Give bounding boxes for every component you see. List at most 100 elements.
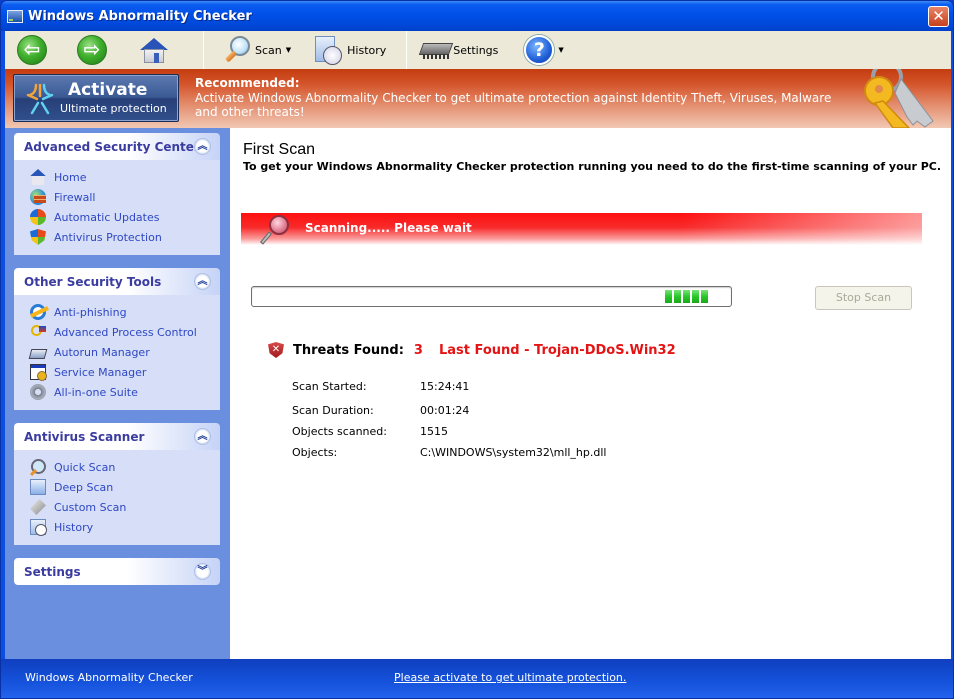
stop-scan-button[interactable]: Stop Scan [815,286,912,310]
collapse-chevron-icon[interactable]: ︽ [194,273,211,290]
panel-body: Quick Scan Deep Scan Custom Scan History [14,450,220,545]
chip-settings-icon [419,39,454,61]
sidebar-item-custom-scan[interactable]: Custom Scan [14,497,220,517]
last-found-threat: Last Found - Trojan-DDoS.Win32 [438,342,676,358]
help-icon: ? [524,35,555,65]
app-window-icon [7,9,23,23]
app-window: Windows Abnormality Checker ✕ ⇦ ⇨ Scan ▼… [0,0,954,699]
sidebar-item-label: Custom Scan [54,500,127,514]
sidebar-item-label: Anti-phishing [54,305,127,319]
activation-banner: Activate Ultimate protection Recommended… [5,69,951,128]
threat-shield-icon: ✕ [268,342,284,358]
sidebar-item-label: Quick Scan [54,460,116,474]
sidebar-item-label: Autorun Manager [54,345,150,359]
autorun-icon [28,348,48,359]
history-button[interactable]: History [313,34,386,66]
forward-button[interactable]: ⇨ [77,35,107,65]
panel-title: Antivirus Scanner [24,429,145,444]
scanner-icon [30,499,46,515]
panel-advanced-security-center: Advanced Security Center ︽ Home Firewall… [14,133,220,255]
panel-antivirus-scanner: Antivirus Scanner ︽ Quick Scan Deep Scan… [14,423,220,545]
home-icon [30,169,46,185]
home-icon [139,36,169,64]
scan-button[interactable]: Scan ▼ [222,34,291,66]
activate-subtitle: Ultimate protection [60,102,167,115]
settings-label: Settings [453,43,499,57]
magnifier-icon [222,34,252,66]
title-bar[interactable]: Windows Abnormality Checker ✕ [1,1,953,31]
panel-header[interactable]: Settings ︾ [14,558,220,585]
sidebar-item-all-in-one-suite[interactable]: All-in-one Suite [14,382,220,402]
gear-icon [30,384,46,400]
panel-other-security-tools: Other Security Tools ︽ Anti-phishing Adv… [14,268,220,410]
magnifier-icon [259,215,291,245]
toolbar-separator [406,31,408,69]
expand-chevron-icon[interactable]: ︾ [194,563,211,580]
sidebar-item-label: Deep Scan [54,480,114,494]
collapse-chevron-icon[interactable]: ︽ [194,138,211,155]
service-icon [30,364,47,381]
back-button[interactable]: ⇦ [17,35,47,65]
panel-settings: Settings ︾ [14,558,220,585]
sidebar-item-label: History [54,520,94,534]
collapse-chevron-icon[interactable]: ︽ [194,428,211,445]
settings-button[interactable]: Settings [419,39,498,61]
scan-label: Scan [255,43,282,57]
sidebar-item-label: Home [54,170,87,184]
sidebar-item-advanced-process-control[interactable]: Advanced Process Control [14,322,220,342]
history-label: History [347,43,387,57]
info-key: Objects scanned: [292,425,387,438]
scan-status-bar: Scanning..... Please wait [241,213,922,245]
main-content: First Scan To get your Windows Abnormali… [230,128,951,659]
activate-link[interactable]: Please activate to get ultimate protecti… [394,671,626,684]
window-title: Windows Abnormality Checker [28,8,252,24]
info-key: Objects: [292,446,338,459]
threats-found-row: ✕ Threats Found: 3 Last Found - Trojan-D… [268,342,676,358]
home-button[interactable] [139,36,169,64]
panel-header[interactable]: Advanced Security Center ︽ [14,133,220,160]
help-button[interactable]: ? ▼ [524,35,564,65]
sidebar-item-label: All-in-one Suite [54,385,138,399]
progress-block [701,290,708,303]
scan-dropdown-icon[interactable]: ▼ [286,46,291,54]
recommended-text: Activate Windows Abnormality Checker to … [195,91,832,119]
info-value: 00:01:24 [420,404,470,417]
sidebar-item-antivirus-protection[interactable]: Antivirus Protection [14,227,220,247]
panel-body: Anti-phishing Advanced Process Control A… [14,295,220,410]
forward-arrow-icon: ⇨ [77,35,107,65]
sidebar: Advanced Security Center ︽ Home Firewall… [5,128,230,659]
sidebar-item-firewall[interactable]: Firewall [14,187,220,207]
progress-block [692,290,699,303]
sidebar-item-autorun-manager[interactable]: Autorun Manager [14,342,220,362]
firewall-icon [30,189,46,205]
panel-header[interactable]: Other Security Tools ︽ [14,268,220,295]
panel-header[interactable]: Antivirus Scanner ︽ [14,423,220,450]
back-arrow-icon: ⇦ [17,35,47,65]
sidebar-item-anti-phishing[interactable]: Anti-phishing [14,302,220,322]
info-value: 1515 [420,425,448,438]
sidebar-item-deep-scan[interactable]: Deep Scan [14,477,220,497]
magnifier-icon [30,459,46,475]
panel-title: Settings [24,564,81,579]
toolbar-separator [203,31,204,69]
info-key: Scan Duration: [292,404,374,417]
progress-block [683,290,690,303]
stop-scan-label: Stop Scan [835,291,892,304]
sidebar-item-automatic-updates[interactable]: Automatic Updates [14,207,220,227]
sidebar-item-service-manager[interactable]: Service Manager [14,362,220,382]
status-app-name: Windows Abnormality Checker [25,671,193,684]
recommended-title: Recommended: [195,76,300,90]
close-button[interactable]: ✕ [928,6,949,27]
threats-found-label: Threats Found: [293,342,404,358]
keys-flag-icon [30,324,46,340]
activate-button[interactable]: Activate Ultimate protection [13,74,179,122]
sidebar-item-label: Antivirus Protection [54,230,162,244]
sidebar-item-label: Advanced Process Control [54,325,197,339]
help-dropdown-icon[interactable]: ▼ [558,46,563,54]
page-title: First Scan [243,141,316,158]
sidebar-item-home[interactable]: Home [14,167,220,187]
sidebar-item-label: Service Manager [54,365,147,379]
sidebar-item-quick-scan[interactable]: Quick Scan [14,457,220,477]
panel-title: Other Security Tools [24,274,162,289]
sidebar-item-history[interactable]: History [14,517,220,537]
